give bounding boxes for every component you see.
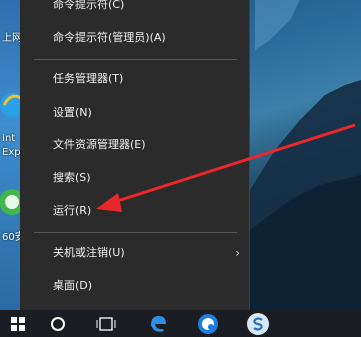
menu-item-command-prompt-admin[interactable]: 命令提示符(管理员)(A) <box>20 25 249 51</box>
internet-explorer-icon[interactable] <box>0 85 20 125</box>
desktop-icon-column: 上网 Int Exp 60安 <box>0 0 25 310</box>
menu-item-label: 桌面(D) <box>53 279 93 292</box>
security-app-icon[interactable] <box>0 180 20 224</box>
menu-item-desktop[interactable]: 桌面(D) <box>20 273 249 299</box>
menu-item-label: 设置(N) <box>53 106 92 119</box>
menu-item-shutdown-signout[interactable]: 关机或注销(U) › <box>20 240 249 266</box>
menu-item-label: 文件资源管理器(E) <box>53 138 146 151</box>
menu-item-label: 命令提示符(管理员)(A) <box>53 31 166 44</box>
menu-item-file-explorer[interactable]: 文件资源管理器(E) <box>20 132 249 158</box>
menu-separator <box>34 59 237 60</box>
sogou-icon[interactable] <box>240 310 276 337</box>
windows-start-icon[interactable] <box>0 310 36 337</box>
menu-item-settings[interactable]: 设置(N) <box>20 100 249 126</box>
menu-item-label: 任务管理器(T) <box>53 72 124 85</box>
chevron-right-icon: › <box>235 246 240 260</box>
cortana-circle-icon[interactable] <box>40 310 76 337</box>
task-view-icon[interactable] <box>88 310 124 337</box>
menu-item-search[interactable]: 搜索(S) <box>20 165 249 191</box>
menu-item-label: 搜索(S) <box>53 171 91 184</box>
taskbar <box>0 310 361 337</box>
menu-item-label: 关机或注销(U) <box>53 246 125 259</box>
desktop-icon-label: Exp <box>2 147 21 158</box>
menu-separator <box>34 232 237 233</box>
menu-item-run[interactable]: 运行(R) <box>20 198 249 224</box>
winx-context-menu: 命令提示符(C) 命令提示符(管理员)(A) 任务管理器(T) 设置(N) 文件… <box>20 0 250 310</box>
menu-item-label: 命令提示符(C) <box>53 0 125 11</box>
desktop-icon-label: Int <box>2 133 16 144</box>
desktop-icon-label: 上网 <box>2 33 22 44</box>
edge-icon[interactable] <box>140 310 176 337</box>
menu-item-task-manager[interactable]: 任务管理器(T) <box>20 66 249 92</box>
browser-icon[interactable] <box>190 310 226 337</box>
menu-item-label: 运行(R) <box>53 204 92 217</box>
menu-item-command-prompt[interactable]: 命令提示符(C) <box>20 0 249 18</box>
